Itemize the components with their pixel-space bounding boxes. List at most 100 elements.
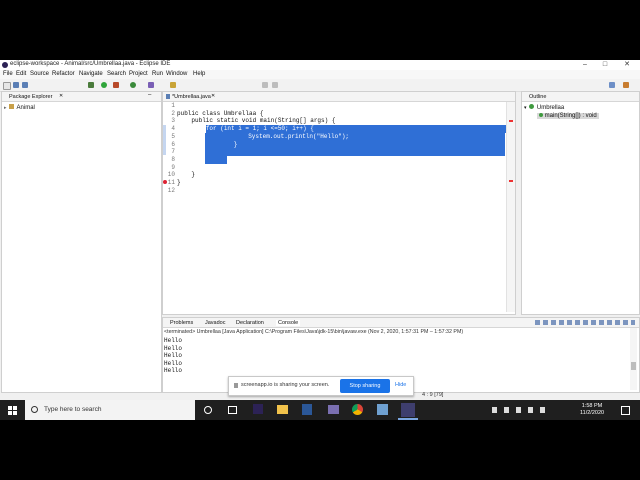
new-java-class-icon[interactable] bbox=[130, 82, 136, 88]
code-line-selected[interactable]: 4 for (int i = 1; i <=50; i++) { bbox=[163, 125, 515, 133]
tab-problems[interactable]: Problems bbox=[170, 320, 193, 326]
scroll-thumb[interactable] bbox=[631, 362, 636, 370]
error-marker-icon bbox=[163, 180, 167, 184]
expand-arrow-icon[interactable]: ▾ bbox=[524, 105, 527, 111]
line-number: 4 bbox=[171, 125, 175, 133]
code-line-selected[interactable]: 7 bbox=[163, 148, 515, 156]
windows-start-icon[interactable] bbox=[8, 406, 17, 415]
app-taskbar-icon[interactable] bbox=[328, 405, 339, 414]
new-file-icon[interactable] bbox=[3, 82, 11, 90]
menu-run[interactable]: Run bbox=[152, 71, 163, 77]
task-view-icon[interactable] bbox=[228, 406, 237, 414]
console-line: Hello bbox=[164, 352, 183, 360]
menu-file[interactable]: File bbox=[3, 71, 13, 77]
file-explorer-icon[interactable] bbox=[277, 405, 288, 414]
tab-console[interactable]: Console bbox=[276, 319, 301, 326]
java-perspective-icon[interactable] bbox=[623, 82, 629, 88]
selected-text: for (int i = 1; i <=50; i++) { bbox=[205, 125, 506, 133]
back-icon[interactable] bbox=[262, 82, 268, 88]
maximize-button[interactable]: □ bbox=[594, 60, 616, 70]
menu-bar: File Edit Source Refactor Navigate Searc… bbox=[0, 70, 640, 79]
line-number: 1 bbox=[171, 102, 175, 109]
package-explorer-panel: Package Explorer ✕ – ▸ Animal bbox=[1, 91, 162, 393]
stop-sharing-button[interactable]: Stop sharing bbox=[340, 379, 390, 393]
active-app-icon[interactable] bbox=[401, 403, 415, 417]
close-tab-icon[interactable]: ✕ bbox=[59, 93, 63, 99]
console-output[interactable]: Hello Hello Hello Hello Hello bbox=[164, 337, 182, 375]
menu-search[interactable]: Search bbox=[107, 71, 126, 77]
external-tools-icon[interactable] bbox=[113, 82, 119, 88]
sharing-indicator-icon bbox=[234, 383, 238, 388]
code-line[interactable]: 9 bbox=[163, 164, 515, 172]
clock-date: 11/2/2020 bbox=[580, 410, 605, 416]
editor-vertical-scrollbar[interactable] bbox=[506, 102, 515, 312]
taskbar-clock[interactable]: 1:58 PM 11/2/2020 bbox=[580, 403, 604, 417]
code-line-selected[interactable]: 6 } bbox=[163, 140, 515, 149]
save-all-icon[interactable] bbox=[22, 82, 28, 88]
selected-text bbox=[205, 148, 505, 156]
package-explorer-header: Package Explorer ✕ – bbox=[2, 92, 161, 102]
code-line-selected[interactable]: 8 bbox=[163, 155, 515, 164]
chrome-icon[interactable] bbox=[352, 404, 363, 415]
code-line[interactable]: 1 bbox=[163, 102, 515, 110]
code-text: public class Umbrellaa { bbox=[177, 109, 264, 117]
java-project-icon bbox=[9, 104, 15, 109]
run-icon[interactable] bbox=[101, 82, 107, 88]
menu-edit[interactable]: Edit bbox=[16, 71, 26, 77]
package-explorer-tab[interactable]: Package Explorer bbox=[9, 94, 52, 100]
save-icon[interactable] bbox=[13, 82, 19, 88]
menu-source[interactable]: Source bbox=[30, 71, 49, 77]
quick-access-icon[interactable] bbox=[609, 82, 615, 88]
minimize-button[interactable]: – bbox=[574, 60, 596, 70]
selected-text: System.out.println("Hello"); bbox=[205, 132, 505, 141]
console-status: <terminated> Umbrellaa [Java Application… bbox=[164, 329, 464, 335]
outline-class-item[interactable]: ▾ Umbrellaa bbox=[524, 104, 564, 111]
line-number: 7 bbox=[171, 148, 175, 156]
outline-tab[interactable]: Outline bbox=[529, 94, 546, 100]
menu-navigate[interactable]: Navigate bbox=[79, 71, 103, 77]
console-scrollbar[interactable] bbox=[630, 328, 637, 390]
debug-icon[interactable] bbox=[88, 82, 94, 88]
code-line[interactable]: 11} bbox=[163, 179, 515, 187]
cortana-icon[interactable] bbox=[204, 406, 212, 414]
code-line[interactable]: 10 } bbox=[163, 171, 515, 179]
code-text: public static void main(String[] args) { bbox=[177, 117, 336, 125]
eclipse-taskbar-icon[interactable] bbox=[253, 404, 263, 414]
title-bar: eclipse-workspace - Animal/src/Umbrellaa… bbox=[0, 60, 640, 70]
open-type-icon[interactable] bbox=[148, 82, 154, 88]
tree-item-animal[interactable]: ▸ Animal bbox=[4, 104, 35, 111]
minimize-view-icon[interactable]: – bbox=[148, 92, 151, 98]
hide-button[interactable]: Hide bbox=[395, 382, 406, 388]
tab-javadoc[interactable]: Javadoc bbox=[205, 320, 226, 326]
menu-window[interactable]: Window bbox=[166, 71, 187, 77]
taskbar-search-box[interactable]: Type here to search bbox=[25, 400, 195, 420]
console-toolbar-icons[interactable] bbox=[535, 320, 635, 325]
outline-method-item[interactable]: main(String[]) : void bbox=[537, 113, 599, 119]
editor-tab[interactable]: *Umbrellaa.java bbox=[172, 94, 211, 100]
tab-declaration[interactable]: Declaration bbox=[236, 320, 264, 326]
search-icon[interactable] bbox=[170, 82, 176, 88]
word-icon[interactable] bbox=[302, 404, 312, 415]
window-title: eclipse-workspace - Animal/src/Umbrellaa… bbox=[10, 61, 171, 67]
expand-arrow-icon[interactable]: ▸ bbox=[4, 105, 7, 111]
close-editor-icon[interactable]: ✕ bbox=[211, 93, 215, 99]
close-button[interactable]: ✕ bbox=[616, 60, 638, 70]
line-number: 2 bbox=[171, 109, 175, 117]
eclipse-active-icon[interactable] bbox=[377, 404, 388, 415]
menu-help[interactable]: Help bbox=[193, 71, 205, 77]
line-number: 8 bbox=[171, 155, 175, 163]
menu-project[interactable]: Project bbox=[129, 71, 148, 77]
code-line-selected[interactable]: 5 System.out.println("Hello"); bbox=[163, 132, 515, 141]
code-text: for (int i = 1; i <=50; i++) { bbox=[177, 125, 506, 133]
outline-method-label: main(String[]) : void bbox=[544, 113, 597, 119]
screen-sharing-banner: screenapp.io is sharing your screen. Sto… bbox=[228, 376, 414, 396]
system-tray-icons[interactable] bbox=[492, 407, 550, 413]
code-line[interactable]: 3 public static void main(String[] args)… bbox=[163, 117, 515, 125]
forward-icon[interactable] bbox=[272, 82, 278, 88]
line-number: 12 bbox=[167, 186, 175, 194]
notification-icon[interactable] bbox=[621, 406, 630, 415]
code-line[interactable]: 2 public class Umbrellaa { bbox=[163, 110, 515, 118]
code-line[interactable]: 12 bbox=[163, 187, 515, 195]
console-line: Hello bbox=[164, 359, 183, 367]
menu-refactor[interactable]: Refactor bbox=[52, 71, 75, 77]
